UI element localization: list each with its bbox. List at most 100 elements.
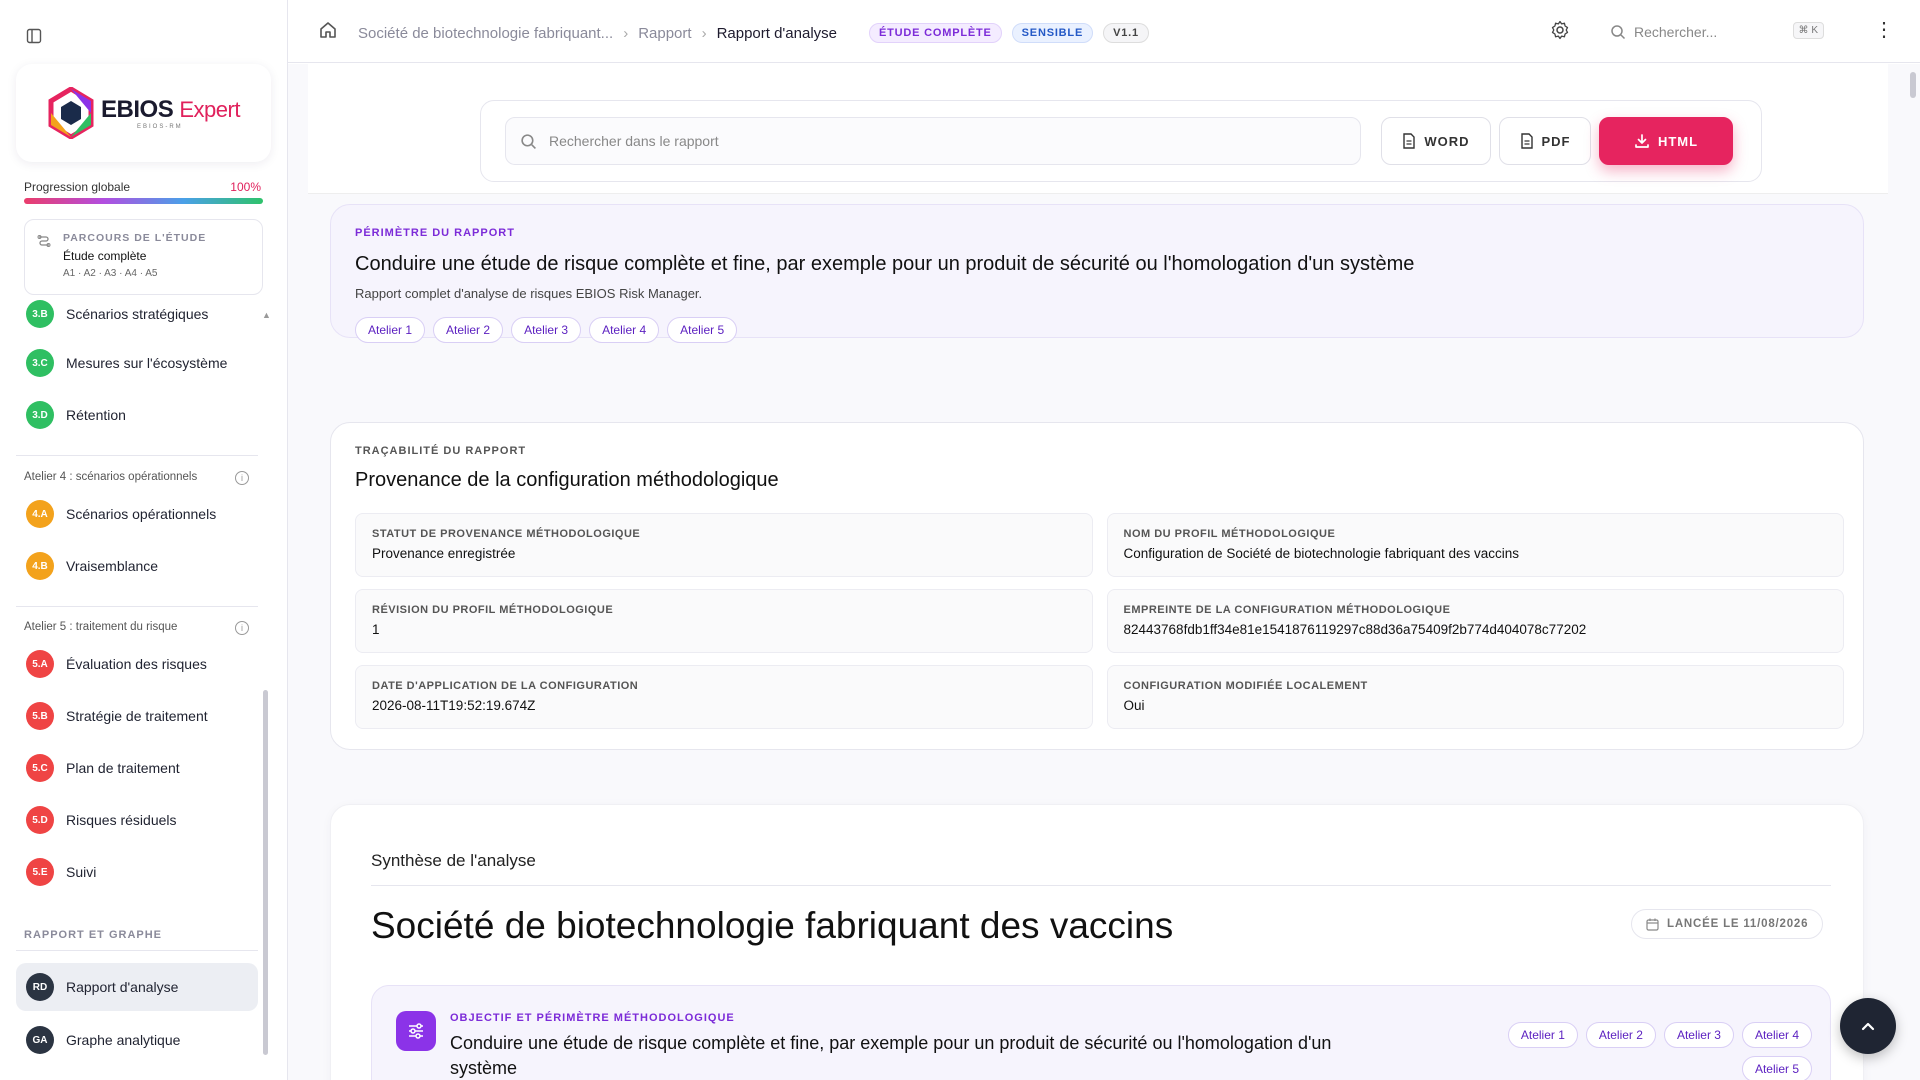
divider	[16, 950, 258, 951]
logo-brand: EBIOS	[101, 96, 174, 123]
home-icon[interactable]	[318, 20, 338, 45]
more-vertical-icon[interactable]: ⋮	[1874, 20, 1894, 40]
nav-label: Rapport d'analyse	[66, 979, 179, 995]
search-icon	[1611, 25, 1626, 40]
nav-item-5d[interactable]: 5.D Risques résiduels	[16, 796, 258, 844]
atelier-chip[interactable]: Atelier 5	[667, 317, 738, 343]
nav-badge: 4.A	[26, 500, 54, 528]
nav-badge: 3.D	[26, 401, 54, 429]
study-path-card[interactable]: PARCOURS DE L'ÉTUDE Étude complète A1 · …	[24, 219, 263, 295]
provenance-field: CONFIGURATION MODIFIÉE LOCALEMENT Oui	[1106, 665, 1844, 729]
version-badge: V1.1	[1103, 23, 1149, 43]
chevron-right-icon: ›	[623, 24, 629, 42]
study-path-title: PARCOURS DE L'ÉTUDE	[63, 232, 207, 244]
nav-badge: 5.B	[26, 702, 54, 730]
field-key: CONFIGURATION MODIFIÉE LOCALEMENT	[1123, 680, 1368, 692]
breadcrumb-item[interactable]: Rapport	[638, 25, 691, 42]
status-badge-sensitivity: SENSIBLE	[1011, 23, 1094, 43]
export-pdf-label: PDF	[1541, 133, 1571, 149]
export-pdf-button[interactable]: PDF	[1499, 117, 1591, 165]
nav-item-4a[interactable]: 4.A Scénarios opérationnels	[16, 490, 258, 538]
nav-item-3d[interactable]: 3.D Rétention	[16, 391, 258, 439]
export-word-label: WORD	[1424, 133, 1470, 149]
objective-chips: Atelier 1 Atelier 2 Atelier 3 Atelier 4 …	[1472, 1022, 1812, 1080]
document-icon	[1403, 133, 1416, 149]
trace-title: Provenance de la configuration méthodolo…	[355, 469, 779, 491]
atelier-chip[interactable]: Atelier 5	[1741, 1056, 1812, 1080]
export-word-button[interactable]: WORD	[1381, 117, 1491, 165]
sidebar-toggle-icon[interactable]	[22, 24, 46, 48]
provenance-field: NOM DU PROFIL MÉTHODOLOGIQUE Configuratio…	[1106, 513, 1844, 577]
atelier-chip[interactable]: Atelier 2	[1585, 1022, 1656, 1048]
nav-badge: 3.C	[26, 349, 54, 377]
nav-label: Évaluation des risques	[66, 656, 207, 672]
atelier-chip[interactable]: Atelier 1	[1507, 1022, 1578, 1048]
nav-badge: 5.A	[26, 650, 54, 678]
nav-item-5c[interactable]: 5.C Plan de traitement	[16, 744, 258, 792]
nav-badge: 3.B	[26, 300, 54, 328]
scope-chips: Atelier 1 Atelier 2 Atelier 3 Atelier 4 …	[355, 317, 1839, 343]
logo-subtitle: EBIOS-RM	[137, 124, 183, 130]
nav-item-5b[interactable]: 5.B Stratégie de traitement	[16, 692, 258, 740]
nav-item-graph[interactable]: GA Graphe analytique	[16, 1016, 258, 1064]
nav-label: Vraisemblance	[66, 558, 159, 574]
report-toolbar: Rechercher dans le rapport WORD PDF HTML	[480, 100, 1762, 182]
chevron-up-icon	[1861, 1022, 1875, 1031]
nav-badge: 5.D	[26, 806, 54, 834]
nav-item-3c[interactable]: 3.C Mesures sur l'écosystème	[16, 339, 258, 387]
synthesis-title: Société de biotechnologie fabriquant des…	[371, 905, 1174, 946]
nav-label: Stratégie de traitement	[66, 708, 208, 724]
nav-item-4b[interactable]: 4.B Vraisemblance	[16, 542, 258, 590]
report-search-input[interactable]: Rechercher dans le rapport	[505, 117, 1361, 165]
provenance-field: STATUT DE PROVENANCE MÉTHODOLOGIQUE Prove…	[355, 513, 1093, 577]
divider	[16, 455, 258, 456]
nav-label: Scénarios opérationnels	[66, 506, 217, 522]
section-label-atelier4: Atelier 4 : scénarios opérationnels	[24, 471, 198, 483]
study-path-name: Étude complète	[63, 249, 147, 263]
gear-icon[interactable]	[1550, 20, 1570, 45]
field-value: Oui	[1123, 698, 1145, 713]
objective-panel: OBJECTIF ET PÉRIMÈTRE MÉTHODOLOGIQUE Con…	[371, 985, 1831, 1080]
atelier-chip[interactable]: Atelier 4	[589, 317, 660, 343]
nav-label: Rétention	[66, 407, 126, 423]
nav-badge: 5.E	[26, 858, 54, 886]
nav-item-5e[interactable]: 5.E Suivi	[16, 848, 258, 896]
synthesis-heading: Synthèse de l'analyse	[371, 851, 536, 870]
report-toolbar-area: Rechercher dans le rapport WORD PDF HTML	[308, 64, 1888, 194]
nav-item-5a[interactable]: 5.A Évaluation des risques	[16, 640, 258, 688]
scope-kicker: PÉRIMÈTRE DU RAPPORT	[355, 227, 515, 239]
scope-subtitle: Rapport complet d'analyse de risques EBI…	[355, 286, 703, 301]
nav-badge: GA	[26, 1026, 54, 1054]
nav-label: Plan de traitement	[66, 760, 180, 776]
scroll-to-top-button[interactable]	[1840, 998, 1896, 1054]
breadcrumb-item[interactable]: Société de biotechnologie fabriquant...	[358, 25, 613, 42]
sidebar-scrollbar[interactable]	[263, 690, 268, 1055]
shortcut-hint: ⌘ K	[1792, 22, 1824, 39]
atelier-chip[interactable]: Atelier 4	[1741, 1022, 1812, 1048]
nav-item-report[interactable]: RD Rapport d'analyse	[16, 963, 258, 1011]
route-icon	[37, 234, 51, 253]
objective-kicker: OBJECTIF ET PÉRIMÈTRE MÉTHODOLOGIQUE	[450, 1012, 735, 1024]
export-html-button[interactable]: HTML	[1599, 117, 1733, 165]
sidebar: EBIOS Expert EBIOS-RM Progression global…	[0, 0, 288, 1080]
nav-label: Mesures sur l'écosystème	[66, 355, 228, 371]
top-bar: Société de biotechnologie fabriquant... …	[288, 0, 1920, 63]
divider	[371, 885, 1831, 886]
logo[interactable]: EBIOS Expert EBIOS-RM	[16, 64, 271, 162]
nav-label: Scénarios stratégiques	[66, 306, 209, 322]
atelier-chip[interactable]: Atelier 3	[511, 317, 582, 343]
field-key: NOM DU PROFIL MÉTHODOLOGIQUE	[1123, 528, 1336, 540]
breadcrumb-current: Rapport d'analyse	[716, 24, 838, 42]
provenance-field: EMPREINTE DE LA CONFIGURATION MÉTHODOLOG…	[1106, 589, 1844, 653]
chevron-up-icon[interactable]: ▲	[262, 310, 271, 320]
atelier-chip[interactable]: Atelier 2	[433, 317, 504, 343]
download-icon	[1635, 134, 1649, 148]
info-icon[interactable]: i	[235, 471, 249, 485]
main-scrollbar[interactable]	[1910, 72, 1916, 98]
atelier-chip[interactable]: Atelier 3	[1663, 1022, 1734, 1048]
global-search-input[interactable]: Rechercher... ⌘ K	[1598, 16, 1834, 48]
field-key: EMPREINTE DE LA CONFIGURATION MÉTHODOLOG…	[1123, 604, 1451, 616]
info-icon[interactable]: i	[235, 621, 249, 635]
nav-item-3b[interactable]: 3.B Scénarios stratégiques	[16, 290, 258, 338]
atelier-chip[interactable]: Atelier 1	[355, 317, 426, 343]
